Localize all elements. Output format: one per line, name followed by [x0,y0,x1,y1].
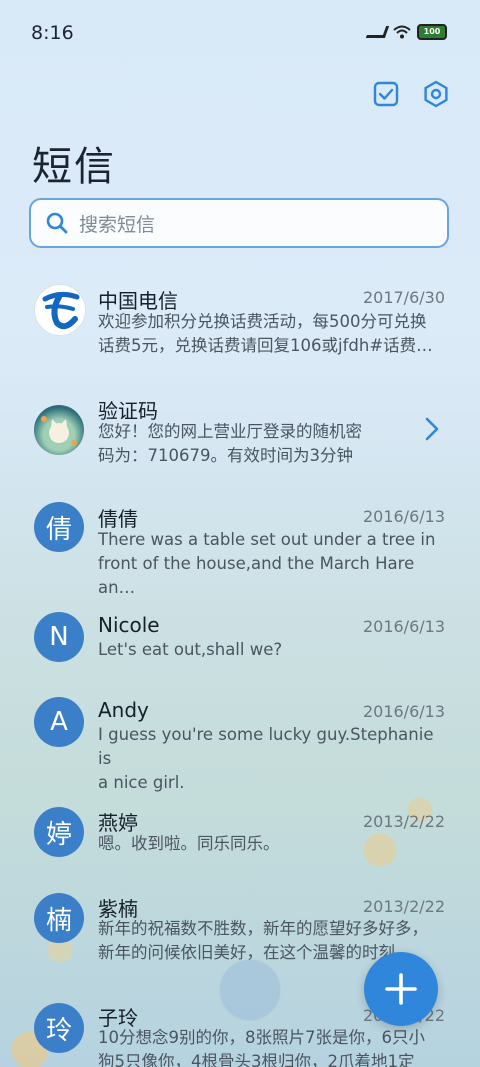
top-actions [372,80,450,108]
message-item[interactable]: A Andy 2016/6/13 I guess you're some luc… [0,685,480,795]
preview-line: 您好！您的网上营业厅登录的随机密 [98,422,362,441]
preview-line: There was a table set out under a tree i… [98,530,436,549]
preview-line: 话费5元，兑换话费请回复106或jfdh#话费… [98,336,433,355]
preview-line: front of the house,and the March Hare an… [98,554,415,597]
preview-line: 嗯。收到啦。同乐同乐。 [98,834,280,853]
preview-line: a nice girl. [98,773,185,792]
message-preview: There was a table set out under a tree i… [98,528,446,600]
gear-icon [424,80,448,108]
signal-icon [365,26,390,38]
message-preview: 10分想念9别的你，8张照片7张是你，6只小 狗5只像你，4根骨头3根归你，2爪… [98,1026,446,1067]
message-preview: 欢迎参加积分兑换话费活动，每500分可兑换 话费5元，兑换话费请回复106或jf… [98,310,446,358]
sender-name: Andy [98,698,149,722]
avatar [34,284,86,336]
china-telecom-logo-icon [42,291,80,330]
preview-line: 狗5只像你，4根骨头3根归你，2爪着地1定 [98,1052,415,1067]
search-placeholder: 搜索短信 [79,213,156,236]
status-icons: 100 [365,24,447,40]
avatar: 楠 [34,893,84,943]
avatar: 玲 [34,1003,84,1053]
message-date: 2013/2/22 [362,897,445,916]
status-time: 8:16 [31,22,74,44]
preview-line: 10分想念9别的你，8张照片7张是你，6只小 [98,1028,425,1047]
message-preview: I guess you're some lucky guy.Stephanie … [98,723,446,795]
message-item[interactable]: 中国电信 2017/6/30 欢迎参加积分兑换话费活动，每500分可兑换 话费5… [0,270,480,380]
search-input[interactable]: 搜索短信 [29,198,449,248]
message-item[interactable]: 验证码 您好！您的网上营业厅登录的随机密 码为：710679。有效时间为3分钟 [0,380,480,490]
cat-avatar-icon [41,416,77,446]
multi-select-button[interactable] [372,80,400,108]
avatar: 婷 [34,807,84,857]
message-date: 2013/2/22 [362,812,445,831]
message-preview: 嗯。收到啦。同乐同乐。 [98,832,446,856]
status-bar: 8:16 100 [0,0,480,68]
message-date: 2016/6/13 [362,702,445,721]
avatar [34,405,84,455]
preview-line: 码为：710679。有效时间为3分钟 [98,446,353,465]
message-preview: Let's eat out,shall we? [98,638,446,662]
avatar: 倩 [34,502,84,552]
wifi-icon [393,25,411,39]
checkbox-icon [373,81,399,107]
avatar: N [34,612,84,662]
message-date: 2017/6/30 [362,288,445,307]
message-date: 2016/6/13 [362,617,445,636]
preview-line: Let's eat out,shall we? [98,640,283,659]
chevron-right-icon[interactable] [424,416,440,446]
message-item[interactable]: 婷 燕婷 2013/2/22 嗯。收到啦。同乐同乐。 [0,795,480,890]
message-date: 2016/6/13 [362,507,445,526]
message-item[interactable]: 倩 倩倩 2016/6/13 There was a table set out… [0,490,480,600]
message-item[interactable]: N Nicole 2016/6/13 Let's eat out,shall w… [0,600,480,685]
preview-line: 新年的祝福数不胜数，新年的愿望好多好多， [98,919,428,938]
preview-line: I guess you're some lucky guy.Stephanie … [98,725,434,768]
settings-button[interactable] [422,80,450,108]
message-preview: 您好！您的网上营业厅登录的随机密 码为：710679。有效时间为3分钟 [98,420,400,468]
plus-icon [385,973,417,1005]
page-title: 短信 [32,144,116,190]
new-message-button[interactable] [364,952,438,1026]
sender-name: Nicole [98,613,160,637]
search-icon [46,212,68,234]
battery-icon: 100 [417,24,447,40]
preview-line: 欢迎参加积分兑换话费活动，每500分可兑换 [98,312,427,331]
avatar: A [34,697,84,747]
